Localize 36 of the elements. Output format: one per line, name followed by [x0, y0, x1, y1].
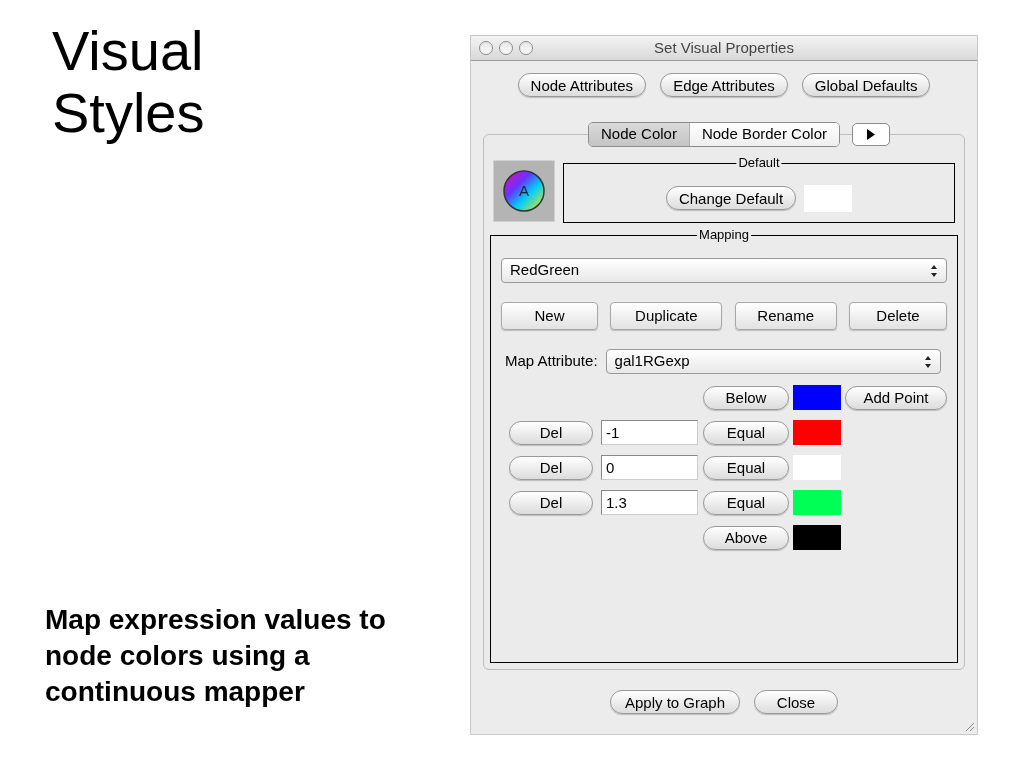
- mapper-dropdown[interactable]: RedGreen: [501, 258, 947, 283]
- slide-caption: Map expression values to node colors using a continuous mapper: [45, 603, 387, 709]
- window-control-icon[interactable]: [499, 41, 513, 55]
- mapping-action-button[interactable]: New: [501, 302, 598, 330]
- stepper-icon: [924, 354, 932, 369]
- color-swatch[interactable]: [793, 525, 841, 550]
- slide-title: Visual Styles: [51, 20, 206, 144]
- scroll-tabs-button[interactable]: [851, 123, 890, 146]
- attributes-button[interactable]: Global Defaults: [801, 73, 931, 97]
- play-triangle-icon: [866, 129, 875, 140]
- dialog-button[interactable]: Apply to Graph: [609, 690, 741, 714]
- attributes-button[interactable]: Node Attributes: [517, 73, 647, 97]
- tab[interactable]: Node Border Color: [688, 123, 839, 146]
- change-default-button[interactable]: Change Default: [665, 186, 797, 210]
- attributes-button[interactable]: Edge Attributes: [660, 73, 788, 97]
- value-field[interactable]: 0: [601, 455, 698, 480]
- window-title: Set Visual Properties: [654, 37, 794, 58]
- mapping-action-button[interactable]: Rename: [734, 302, 837, 330]
- resize-grip-icon[interactable]: [963, 720, 975, 732]
- mapping-action-button[interactable]: Delete: [849, 302, 947, 330]
- tab[interactable]: Node Color: [589, 123, 689, 146]
- color-swatch[interactable]: [793, 490, 841, 515]
- color-swatch[interactable]: [793, 420, 841, 445]
- color-wheel-icon: A: [503, 170, 545, 212]
- value-field[interactable]: -1: [601, 420, 698, 445]
- window-control-icon[interactable]: [479, 41, 493, 55]
- window-control-icon[interactable]: [519, 41, 533, 55]
- mapping-action-button[interactable]: Duplicate: [610, 302, 723, 330]
- stepper-icon: [930, 263, 938, 278]
- map-attribute-dropdown[interactable]: gal1RGexp: [605, 349, 941, 374]
- dialog-button[interactable]: Close: [754, 690, 839, 714]
- color-swatch[interactable]: [793, 385, 841, 410]
- color-wheel-button[interactable]: A: [493, 160, 555, 222]
- group-title: Mapping: [697, 227, 751, 243]
- value-field[interactable]: 1.3: [601, 490, 698, 515]
- map-attribute-label: Map Attribute:: [504, 351, 598, 372]
